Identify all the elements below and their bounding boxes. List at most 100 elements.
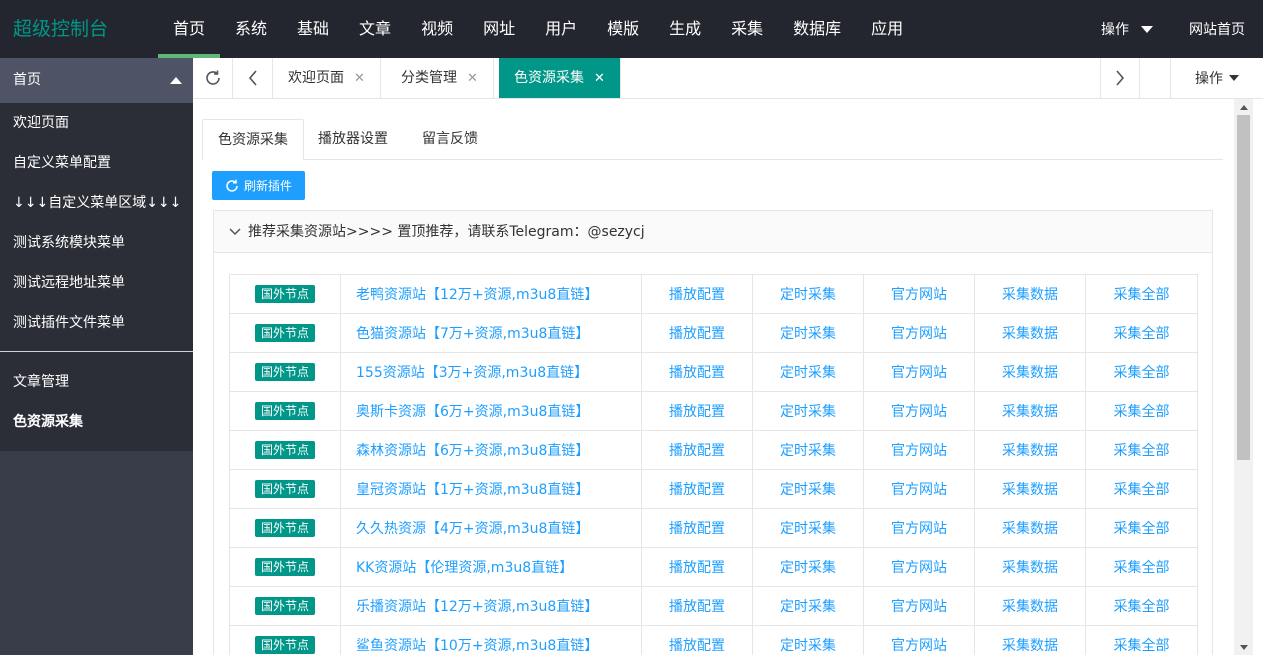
- close-icon[interactable]: ✕: [354, 71, 365, 86]
- scheduled-collect-link[interactable]: 定时采集: [780, 404, 836, 420]
- collect-all-link[interactable]: 采集全部: [1114, 560, 1170, 576]
- nav-item-template[interactable]: 模版: [592, 0, 654, 58]
- scheduled-collect-link[interactable]: 定时采集: [780, 482, 836, 498]
- site-name-link[interactable]: 森林资源站【6万+资源,m3u8直链】: [356, 443, 589, 459]
- nav-item-article[interactable]: 文章: [344, 0, 406, 58]
- play-config-link[interactable]: 播放配置: [669, 599, 725, 615]
- official-site-link[interactable]: 官方网站: [891, 599, 947, 615]
- sidebar-group-home[interactable]: 首页: [0, 58, 193, 103]
- collect-data-link[interactable]: 采集数据: [1002, 326, 1058, 342]
- tab-category-manage[interactable]: 分类管理 ✕: [386, 58, 494, 98]
- close-icon[interactable]: ✕: [467, 71, 478, 86]
- play-config-link[interactable]: 播放配置: [669, 404, 725, 420]
- scheduled-collect-link[interactable]: 定时采集: [780, 638, 836, 654]
- scrollbar-thumb[interactable]: [1237, 115, 1250, 460]
- site-name-link[interactable]: 久久热资源【4万+资源,m3u8直链】: [356, 521, 589, 537]
- site-name-link[interactable]: 鲨鱼资源站【10万+资源,m3u8直链】: [356, 638, 598, 654]
- nav-item-user[interactable]: 用户: [530, 0, 592, 58]
- nav-item-database[interactable]: 数据库: [778, 0, 856, 58]
- collect-all-link[interactable]: 采集全部: [1114, 521, 1170, 537]
- play-config-link[interactable]: 播放配置: [669, 365, 725, 381]
- site-name-link[interactable]: 乐播资源站【12万+资源,m3u8直链】: [356, 599, 598, 615]
- collect-all-link[interactable]: 采集全部: [1114, 638, 1170, 654]
- collect-data-link[interactable]: 采集数据: [1002, 443, 1058, 459]
- refresh-plugin-button[interactable]: 刷新插件: [212, 171, 305, 200]
- close-icon[interactable]: ✕: [594, 71, 605, 86]
- play-config-link[interactable]: 播放配置: [669, 443, 725, 459]
- scheduled-collect-link[interactable]: 定时采集: [780, 521, 836, 537]
- official-site-link[interactable]: 官方网站: [891, 326, 947, 342]
- tab-resource-collect[interactable]: 色资源采集 ✕: [499, 58, 621, 98]
- sidebar-item-test-plugin-file[interactable]: 测试插件文件菜单: [0, 303, 193, 343]
- collect-all-link[interactable]: 采集全部: [1114, 443, 1170, 459]
- site-name-link[interactable]: KK资源站【伦理资源,m3u8直链】: [356, 560, 573, 576]
- sidebar-item-test-remote-url[interactable]: 测试远程地址菜单: [0, 263, 193, 303]
- refresh-page-button[interactable]: [193, 58, 233, 98]
- collect-all-link[interactable]: 采集全部: [1114, 365, 1170, 381]
- collect-data-link[interactable]: 采集数据: [1002, 560, 1058, 576]
- sidebar-item-welcome[interactable]: 欢迎页面: [0, 103, 193, 143]
- collect-all-link[interactable]: 采集全部: [1114, 482, 1170, 498]
- official-site-link[interactable]: 官方网站: [891, 482, 947, 498]
- nav-item-basic[interactable]: 基础: [282, 0, 344, 58]
- site-name-link[interactable]: 奥斯卡资源【6万+资源,m3u8直链】: [356, 404, 589, 420]
- official-site-link[interactable]: 官方网站: [891, 521, 947, 537]
- scheduled-collect-link[interactable]: 定时采集: [780, 443, 836, 459]
- play-config-link[interactable]: 播放配置: [669, 482, 725, 498]
- collect-data-link[interactable]: 采集数据: [1002, 599, 1058, 615]
- nav-item-home[interactable]: 首页: [158, 0, 221, 58]
- content-scrollbar[interactable]: [1234, 99, 1263, 655]
- nav-item-collect[interactable]: 采集: [716, 0, 778, 58]
- tab-ops-menu[interactable]: 操作: [1170, 58, 1263, 98]
- site-name-link[interactable]: 155资源站【3万+资源,m3u8直链】: [356, 365, 588, 381]
- tabs-scroll-right-button[interactable]: [1100, 58, 1140, 98]
- official-site-link[interactable]: 官方网站: [891, 443, 947, 459]
- panel-header[interactable]: 推荐采集资源站>>>> 置顶推荐，请联系Telegram：@sezycj: [214, 211, 1212, 253]
- scheduled-collect-link[interactable]: 定时采集: [780, 326, 836, 342]
- collect-data-link[interactable]: 采集数据: [1002, 638, 1058, 654]
- site-name-link[interactable]: 皇冠资源站【1万+资源,m3u8直链】: [356, 482, 589, 498]
- sidebar-item-test-system-module[interactable]: 测试系统模块菜单: [0, 223, 193, 263]
- official-site-link[interactable]: 官方网站: [891, 638, 947, 654]
- nav-item-system[interactable]: 系统: [220, 0, 282, 58]
- official-site-link[interactable]: 官方网站: [891, 287, 947, 303]
- collect-all-link[interactable]: 采集全部: [1114, 404, 1170, 420]
- nav-item-generate[interactable]: 生成: [654, 0, 716, 58]
- subtab-player-settings[interactable]: 播放器设置: [303, 119, 403, 160]
- scheduled-collect-link[interactable]: 定时采集: [780, 365, 836, 381]
- header-ops-menu[interactable]: 操作: [1083, 19, 1171, 39]
- sidebar-item-custom-menu-config[interactable]: 自定义菜单配置: [0, 143, 193, 183]
- play-config-link[interactable]: 播放配置: [669, 638, 725, 654]
- nav-item-url[interactable]: 网址: [468, 0, 530, 58]
- sidebar-item-resource-collect[interactable]: 色资源采集: [0, 402, 193, 442]
- collect-data-link[interactable]: 采集数据: [1002, 482, 1058, 498]
- scheduled-collect-link[interactable]: 定时采集: [780, 599, 836, 615]
- collect-all-link[interactable]: 采集全部: [1114, 599, 1170, 615]
- collect-data-link[interactable]: 采集数据: [1002, 404, 1058, 420]
- site-name-link[interactable]: 老鸭资源站【12万+资源,m3u8直链】: [356, 287, 598, 303]
- nav-item-apps[interactable]: 应用: [856, 0, 918, 58]
- collect-data-link[interactable]: 采集数据: [1002, 287, 1058, 303]
- play-config-link[interactable]: 播放配置: [669, 560, 725, 576]
- play-config-link[interactable]: 播放配置: [669, 521, 725, 537]
- site-home-link[interactable]: 网站首页: [1171, 19, 1263, 39]
- collect-data-link[interactable]: 采集数据: [1002, 365, 1058, 381]
- nav-item-video[interactable]: 视频: [406, 0, 468, 58]
- play-config-link[interactable]: 播放配置: [669, 326, 725, 342]
- collect-all-link[interactable]: 采集全部: [1114, 287, 1170, 303]
- subtab-resource-collect[interactable]: 色资源采集: [202, 119, 304, 160]
- collect-data-link[interactable]: 采集数据: [1002, 521, 1058, 537]
- tab-welcome[interactable]: 欢迎页面 ✕: [273, 58, 381, 98]
- official-site-link[interactable]: 官方网站: [891, 365, 947, 381]
- sidebar-item-article-manage[interactable]: 文章管理: [0, 362, 193, 402]
- scheduled-collect-link[interactable]: 定时采集: [780, 287, 836, 303]
- scheduled-collect-link[interactable]: 定时采集: [780, 560, 836, 576]
- site-name-link[interactable]: 色猫资源站【7万+资源,m3u8直链】: [356, 326, 589, 342]
- official-site-link[interactable]: 官方网站: [891, 560, 947, 576]
- collect-all-link[interactable]: 采集全部: [1114, 326, 1170, 342]
- tabs-scroll-left-button[interactable]: [233, 58, 273, 98]
- subtab-feedback[interactable]: 留言反馈: [407, 119, 493, 160]
- sidebar-item-custom-menu-area[interactable]: ↓↓↓自定义菜单区域↓↓↓: [0, 183, 193, 223]
- official-site-link[interactable]: 官方网站: [891, 404, 947, 420]
- scroll-up-button[interactable]: [1234, 99, 1253, 115]
